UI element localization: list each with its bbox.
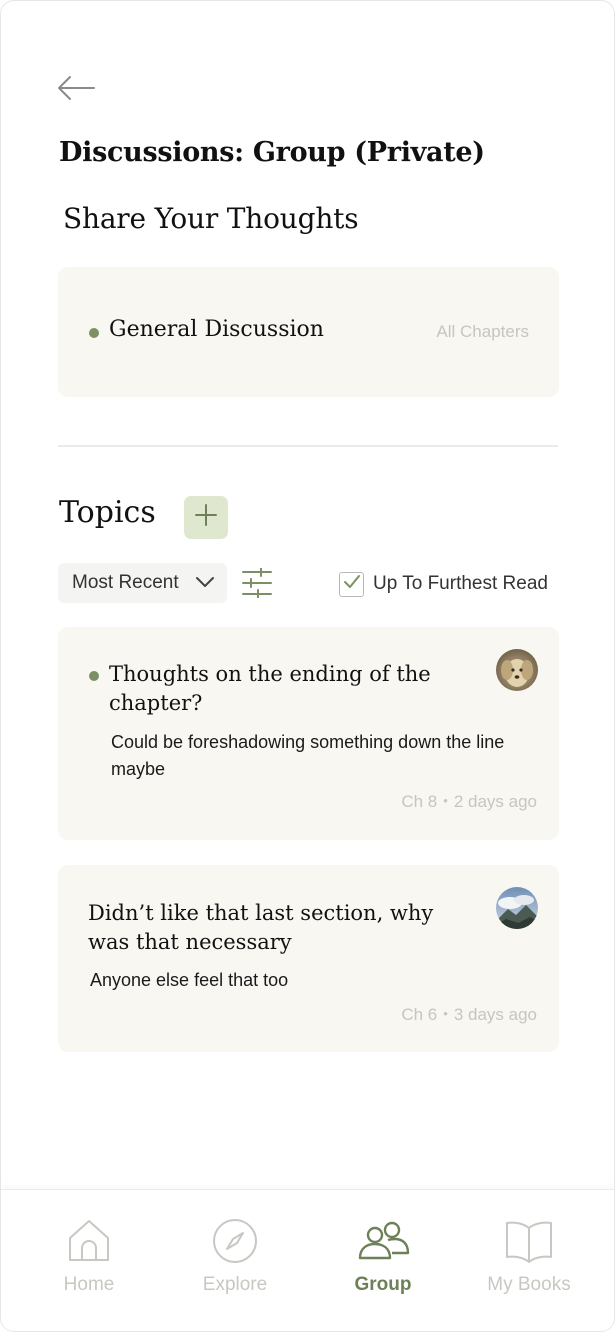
topic-chapter: Ch 6	[401, 1005, 438, 1024]
nav-explore-label: Explore	[202, 1274, 268, 1295]
nav-my-books-label: My Books	[487, 1274, 571, 1295]
topic-meta: Ch 8 • 2 days ago	[401, 792, 537, 811]
page-title: Discussions: Group (Private)	[59, 137, 485, 168]
bottom-nav: Home Explore Group My Books	[1, 1189, 614, 1331]
filter-button[interactable]	[241, 567, 273, 599]
group-icon	[323, 1218, 443, 1270]
general-discussion-title: General Discussion	[109, 317, 324, 342]
nav-group-label: Group	[354, 1274, 412, 1295]
topic-card[interactable]: Didn’t like that last section, why was t…	[58, 865, 559, 1052]
topic-title: Thoughts on the ending of the chapter?	[109, 662, 431, 715]
general-discussion-card[interactable]: General Discussion All Chapters	[58, 267, 559, 397]
topic-title: Didn’t like that last section, why was t…	[88, 901, 434, 954]
back-button[interactable]	[55, 73, 97, 107]
book-icon	[469, 1218, 589, 1270]
checkmark-icon	[343, 574, 361, 595]
app-screen: Discussions: Group (Private) Share Your …	[0, 0, 615, 1332]
topics-heading: Topics	[59, 495, 156, 530]
mountain-avatar[interactable]	[496, 887, 538, 929]
topic-card[interactable]: Thoughts on the ending of the chapter? C…	[58, 627, 559, 840]
compass-icon	[175, 1218, 295, 1270]
divider	[58, 445, 558, 447]
nav-home-label: Home	[63, 1274, 115, 1295]
topic-body: Could be foreshadowing something down th…	[111, 732, 505, 779]
general-discussion-scope: All Chapters	[436, 322, 529, 341]
sort-selected-label: Most Recent	[72, 572, 179, 593]
add-topic-button[interactable]	[184, 496, 228, 539]
topic-chapter: Ch 8	[401, 792, 438, 811]
home-icon	[29, 1218, 149, 1270]
furthest-read-label[interactable]: Up To Furthest Read	[373, 573, 548, 595]
sliders-icon	[241, 567, 273, 602]
unread-dot	[89, 328, 99, 338]
section-heading: Share Your Thoughts	[63, 202, 359, 235]
nav-group[interactable]: Group	[323, 1218, 443, 1318]
nav-my-books[interactable]: My Books	[469, 1218, 589, 1318]
unread-dot	[89, 671, 99, 681]
furthest-read-checkbox[interactable]	[339, 572, 364, 597]
nav-explore[interactable]: Explore	[175, 1218, 295, 1318]
nav-home[interactable]: Home	[29, 1218, 149, 1318]
topic-meta: Ch 6 • 3 days ago	[401, 1005, 537, 1024]
dog-avatar[interactable]	[496, 649, 538, 691]
topic-time: 3 days ago	[453, 1005, 537, 1024]
arrow-left-icon	[56, 75, 96, 106]
topic-body: Anyone else feel that too	[90, 970, 289, 990]
chevron-down-icon	[195, 575, 215, 594]
plus-icon	[194, 503, 218, 532]
sort-dropdown[interactable]: Most Recent	[58, 563, 227, 603]
topic-time: 2 days ago	[453, 792, 537, 811]
